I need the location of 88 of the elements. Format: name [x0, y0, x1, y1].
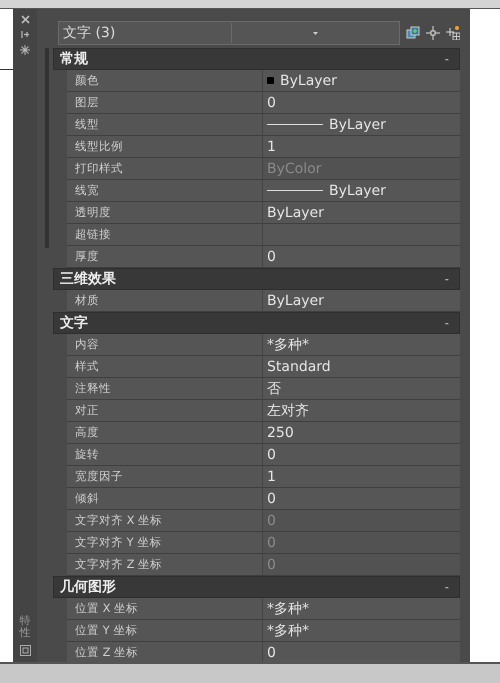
property-value: Standard: [267, 358, 331, 374]
property-value-cell[interactable]: 0: [263, 488, 460, 509]
property-label: 对正: [67, 400, 263, 421]
section-header[interactable]: 三维效果 -: [53, 268, 460, 290]
property-label: 材质: [67, 290, 263, 311]
drawing-line: [0, 69, 13, 70]
toggle-pickadd-icon[interactable]: [406, 26, 420, 40]
property-label: 注释性: [67, 378, 263, 399]
quick-select-icon[interactable]: [446, 26, 460, 40]
property-value: 0: [267, 248, 276, 264]
property-label: 内容: [67, 334, 263, 355]
property-value: 0: [267, 644, 276, 660]
property-value-cell[interactable]: 1: [263, 466, 460, 487]
property-value-cell[interactable]: ByLayer: [263, 180, 460, 201]
collapse-toggle[interactable]: -: [440, 316, 453, 330]
object-type-dropdown[interactable]: 文字 (3): [58, 21, 400, 45]
settings-icon[interactable]: [20, 45, 30, 55]
pin-icon[interactable]: [20, 30, 30, 39]
property-value: 0: [267, 512, 276, 528]
property-value-cell[interactable]: ByLayer: [263, 114, 460, 135]
property-value-cell[interactable]: *多种*: [263, 598, 460, 619]
window-icon[interactable]: [20, 645, 30, 656]
color-swatch-icon: [267, 77, 274, 84]
property-value-cell[interactable]: 左对齐: [263, 400, 460, 421]
property-value-cell[interactable]: 1: [263, 136, 460, 157]
property-value: 250: [267, 424, 294, 440]
property-value-cell[interactable]: 250: [263, 422, 460, 443]
property-label: 厚度: [67, 246, 263, 267]
property-value: ByLayer: [329, 182, 386, 198]
collapse-toggle[interactable]: -: [440, 580, 453, 594]
property-label: 线型: [67, 114, 263, 135]
property-value: ByLayer: [329, 116, 386, 132]
property-label: 打印样式: [67, 158, 263, 179]
property-label: 文字对齐 Z 坐标: [67, 554, 263, 575]
property-value-cell[interactable]: 0: [263, 246, 460, 267]
property-label: 位置 Z 坐标: [67, 642, 263, 662]
property-value: *多种*: [267, 600, 309, 618]
property-label: 宽度因子: [67, 466, 263, 487]
select-objects-icon[interactable]: [426, 26, 440, 40]
property-value: ByLayer: [267, 292, 324, 308]
property-label: 线宽: [67, 180, 263, 201]
caret-icon: [312, 32, 318, 34]
property-label: 文字对齐 X 坐标: [67, 510, 263, 531]
property-value-cell[interactable]: 0: [263, 92, 460, 113]
section-header[interactable]: 几何图形 -: [53, 576, 460, 598]
property-value-cell[interactable]: ByLayer: [263, 290, 460, 311]
property-value-cell[interactable]: ByLayer: [263, 70, 460, 91]
property-label: 透明度: [67, 202, 263, 223]
property-label: 倾斜: [67, 488, 263, 509]
property-value-cell[interactable]: 否: [263, 378, 460, 399]
property-label: 超链接: [67, 224, 263, 245]
property-value-cell[interactable]: 0: [263, 444, 460, 465]
property-value: ByColor: [267, 160, 322, 176]
property-value-cell[interactable]: ByLayer: [263, 202, 460, 223]
linetype-sample-icon: [267, 124, 323, 125]
property-label: 旋转: [67, 444, 263, 465]
property-value: 0: [267, 446, 276, 462]
property-label: 图层: [67, 92, 263, 113]
section-header[interactable]: 文字 -: [53, 312, 460, 334]
collapse-toggle[interactable]: -: [440, 52, 453, 66]
property-label: 线型比例: [67, 136, 263, 157]
property-value: 1: [267, 468, 276, 484]
property-value: *多种*: [267, 622, 309, 640]
property-label: 样式: [67, 356, 263, 377]
property-value: 否: [267, 380, 281, 398]
property-label: 位置 Y 坐标: [67, 620, 263, 641]
linetype-sample-icon: [267, 190, 323, 191]
property-value: 左对齐: [267, 402, 309, 420]
section-header[interactable]: 常规 -: [53, 48, 460, 70]
property-value-cell[interactable]: *多种*: [263, 334, 460, 355]
property-value: 0: [267, 94, 276, 110]
palette-title: 特性: [20, 614, 30, 639]
property-value: *多种*: [267, 336, 309, 354]
close-icon[interactable]: [20, 15, 30, 24]
property-label: 颜色: [67, 70, 263, 91]
property-label: 高度: [67, 422, 263, 443]
property-value-cell[interactable]: 0: [263, 642, 460, 662]
property-value: 0: [267, 556, 276, 572]
property-value: ByLayer: [267, 204, 324, 220]
collapse-toggle[interactable]: -: [440, 272, 453, 286]
property-value: 0: [267, 490, 276, 506]
property-value: 1: [267, 138, 276, 154]
property-label: 文字对齐 Y 坐标: [67, 532, 263, 553]
property-value: ByLayer: [280, 72, 337, 88]
property-value-cell[interactable]: Standard: [263, 356, 460, 377]
property-value: 0: [267, 534, 276, 550]
property-value-cell[interactable]: *多种*: [263, 620, 460, 641]
property-label: 位置 X 坐标: [67, 598, 263, 619]
